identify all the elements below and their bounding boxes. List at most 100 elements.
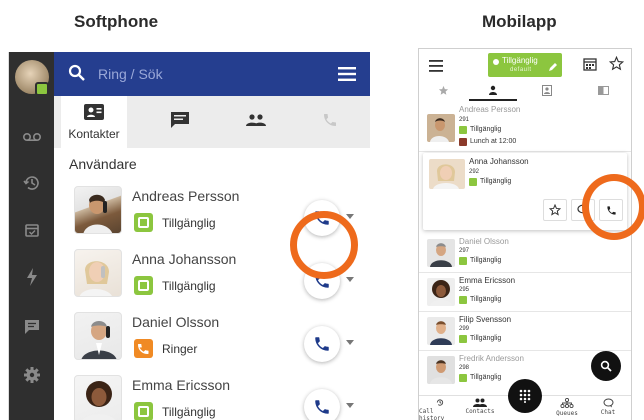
available-status-icon [134,276,153,295]
chat-icon[interactable] [21,316,43,338]
status-profile: default [510,67,532,73]
contact-photo [74,186,122,234]
note-prefix: Lunch [470,138,490,145]
available-status-icon [134,402,153,420]
calendar-icon[interactable] [21,219,43,241]
contact-row[interactable]: Filip Svensson 299 Tillgänglig [419,313,631,351]
ringing-status-icon [134,339,153,358]
contact-photo [74,249,122,297]
extension-number: 298 [459,365,470,371]
contact-status: Tillgänglig [480,178,512,185]
queues-icon [560,398,574,409]
contact-photo [427,114,455,142]
tab-bar [419,79,631,101]
nav-queues[interactable]: Queues [546,398,588,420]
nav-chat-label: Chat [600,409,616,416]
nav-contacts[interactable]: Contacts [459,398,501,420]
call-button[interactable] [304,389,340,420]
tab-bar: Kontakter [54,96,370,148]
contact-name: Anna Johansson [132,251,237,267]
history-icon [436,399,444,406]
tab-split[interactable] [579,79,627,101]
settings-icon[interactable] [21,364,43,386]
contact-name: Andreas Persson [132,188,240,204]
tab-users[interactable] [469,79,517,101]
favorite-button[interactable] [543,199,567,221]
dialpad-fab[interactable] [508,379,542,413]
contact-row[interactable]: Emma Ericsson 295 Tillgänglig [419,274,631,312]
phone-icon [322,112,338,133]
tab-contacts[interactable]: Kontakter [61,96,127,148]
available-status-icon [469,178,477,186]
note-suffix: at 12:00 [489,138,517,145]
call-options-caret[interactable] [346,403,354,408]
menu-icon[interactable] [429,59,443,72]
section-title: Användare [69,156,137,172]
dialpad-icon [519,389,531,403]
nav-call-history[interactable]: Call history [419,398,461,420]
contact-photo [427,239,455,267]
nav-queues-label: Queues [556,410,578,417]
avatar-status-badge [35,82,49,96]
contact-note: Lunch at 12:00 [470,138,516,145]
available-status-icon [134,213,153,232]
nav-contacts-label: Contacts [465,408,495,415]
softphone-heading: Softphone [74,12,159,31]
extension-number: 295 [459,287,470,293]
call-options-caret[interactable] [346,340,354,345]
side-rail [9,52,54,420]
call-options-caret[interactable] [346,277,354,282]
contact-photo [427,278,455,306]
search-input[interactable] [98,64,298,84]
pencil-icon [548,59,558,71]
contact-status: Tillgänglig [470,296,502,303]
contact-status: Tillgänglig [162,405,216,419]
calendar-icon[interactable] [583,57,597,71]
contact-name: Filip Svensson [459,315,512,324]
contact-row[interactable]: Daniel Olsson Ringer [54,306,370,372]
contact-photo [429,159,465,189]
extension-number: 291 [459,117,470,123]
extension-number: 299 [459,326,470,332]
history-icon[interactable] [21,172,43,194]
nav-chat[interactable]: Chat [587,398,629,420]
tab-favorites[interactable] [419,79,467,101]
search-icon [600,360,612,372]
menu-icon[interactable] [338,66,356,82]
available-status-icon [459,335,467,343]
status-dot-icon [493,59,499,65]
tab-groups[interactable] [226,96,286,148]
tab-calls[interactable] [300,96,360,148]
contact-card-icon [84,103,104,125]
highlight-ring [290,211,358,279]
contact-name: Emma Ericsson [132,377,231,393]
available-status-icon [459,126,467,134]
available-status-icon [459,257,467,265]
call-options-caret[interactable] [346,214,354,219]
favorites-star-icon[interactable] [608,55,625,71]
contact-name: Emma Ericsson [459,276,516,285]
nav-call-history-label: Call history [419,408,445,420]
contact-name: Anna Johansson [469,157,529,166]
phone-icon [315,337,329,351]
search-icon[interactable] [68,64,88,84]
tab-messages[interactable] [150,96,210,148]
contact-status: Tillgänglig [162,279,216,293]
contact-row[interactable]: Daniel Olsson 297 Tillgänglig [419,235,631,273]
available-status-icon [459,374,467,382]
tab-addressbook[interactable] [523,79,571,101]
contact-name: Fredrik Andersson [459,354,524,363]
voicemail-icon[interactable] [21,126,43,148]
highlight-ring [582,174,644,240]
status-button[interactable]: Tillgänglig default [488,53,562,77]
lightning-icon[interactable] [21,266,43,288]
contact-row[interactable]: Andreas Persson 291 Tillgänglig Lunch at… [419,102,631,152]
phone-icon [315,400,329,414]
contact-row[interactable]: Emma Ericsson Tillgänglig [54,369,370,420]
call-button[interactable] [304,326,340,362]
split-view-icon [597,85,609,95]
contact-status: Tillgänglig [470,374,502,381]
contact-name: Andreas Persson [459,105,521,114]
extension-number: 297 [459,248,470,254]
search-fab[interactable] [591,351,621,381]
